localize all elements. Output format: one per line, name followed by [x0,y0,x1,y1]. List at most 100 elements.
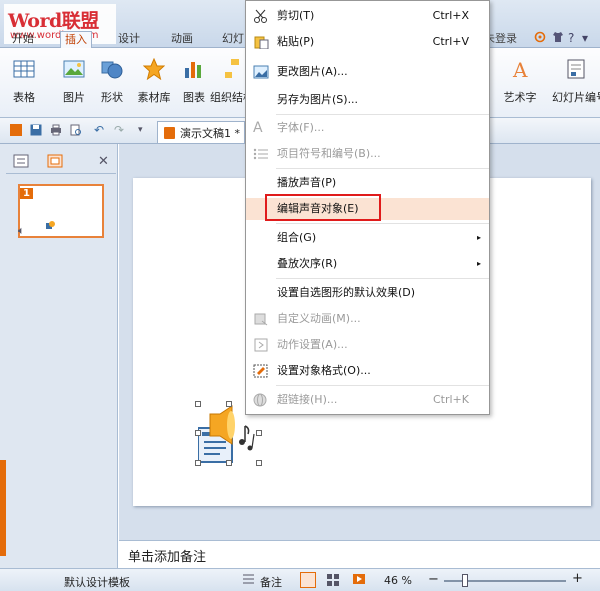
print-icon[interactable] [50,124,62,136]
shapes-button-label: 形状 [101,91,123,104]
menu-item-label: 更改图片(A)... [277,65,348,78]
submenu-arrow-icon: ▸ [476,233,481,242]
print-preview-icon[interactable] [70,124,82,136]
template-name: 默认设计模板 [64,576,130,589]
document-tab[interactable]: 演示文稿1 * [157,121,245,143]
menu-item-paste[interactable]: 粘贴(P) Ctrl+V [246,31,489,53]
chart-icon [185,62,201,78]
help-icon[interactable]: ? [568,31,574,45]
menu-item-set-default-effect[interactable]: 设置自选图形的默认效果(D) [246,282,489,304]
menu-item-shortcut: Ctrl+V [432,35,469,48]
menu-item-label: 设置对象格式(O)... [277,364,371,377]
menu-item-save-as-picture[interactable]: 另存为图片(S)... [246,89,489,111]
zoom-out-icon[interactable]: − [428,572,439,587]
new-file-icon[interactable] [10,124,22,136]
thumbnail-sound-icon [46,221,55,229]
hyperlink-icon [253,393,269,407]
slide-number-icon [567,59,585,79]
slides-tab-icon[interactable] [46,154,68,172]
resize-handle[interactable] [195,430,201,436]
resize-handle[interactable] [226,460,232,466]
menu-item-font[interactable]: A 字体(F)... [246,117,489,139]
star-icon [142,57,166,81]
menu-item-label: 自定义动画(M)... [277,312,361,325]
menu-item-format-object[interactable]: 设置对象格式(O)... [246,360,489,382]
status-bar: 默认设计模板 备注 46 % − + [0,568,600,591]
menu-item-cut[interactable]: 剪切(T) Ctrl+X [246,5,489,27]
slideshow-icon[interactable] [352,573,366,587]
redo-icon[interactable]: ↷ [114,124,126,136]
notes-toggle-label[interactable]: 备注 [260,574,282,590]
shapes-button[interactable]: 形状 [96,58,128,105]
zoom-level: 46 % [384,574,412,587]
outline-tab-icon[interactable] [12,154,34,172]
material-library-button[interactable]: 素材库 [138,57,171,105]
zoom-slider-thumb[interactable] [462,574,468,587]
change-picture-icon [253,65,269,79]
normal-view-icon[interactable] [300,572,316,588]
slide-number-button[interactable]: 幻灯片编号 [552,58,600,105]
menu-item-label: 叠放次序(R) [277,257,338,270]
menu-item-group[interactable]: 组合(G) ▸ [246,227,489,249]
slide-thumbnail-panel: ✕ 1 🔈︎ [0,144,118,568]
submenu-arrow-icon: ▸ [476,259,481,268]
shapes-icon [101,61,123,79]
menu-separator [276,168,489,169]
panel-collapse-handle[interactable] [0,460,6,556]
picture-icon [63,60,85,78]
close-panel-icon[interactable]: ✕ [98,154,120,172]
menu-item-label: 字体(F)... [277,121,325,134]
menu-item-label: 动作设置(A)... [277,338,348,351]
chart-button[interactable]: 图表 [178,58,210,105]
table-button[interactable]: 表格 [8,58,40,105]
watermark-title: Word联盟 [8,10,99,32]
menu-item-change-picture[interactable]: 更改图片(A)... [246,61,489,83]
menu-item-play-sound[interactable]: 播放声音(P) [246,172,489,194]
picture-button[interactable]: 图片 [58,58,90,105]
shirt-icon[interactable] [552,31,564,46]
menu-separator [276,114,489,115]
table-button-label: 表格 [13,91,35,104]
menu-item-action-settings[interactable]: 动作设置(A)... [246,334,489,356]
highlight-annotation-box [265,194,381,221]
undo-icon[interactable]: ↶ [94,124,106,136]
tab-slideshow[interactable]: 幻灯 [218,31,248,48]
resize-handle[interactable] [256,460,262,466]
menu-item-label: 项目符号和编号(B)... [277,147,381,160]
notes-placeholder: 单击添加备注 [128,550,207,565]
document-tab-label: 演示文稿1 * [180,127,240,140]
resize-handle[interactable] [195,460,201,466]
tab-animation[interactable]: 动画 [167,31,197,48]
resize-handle[interactable] [226,401,232,407]
menu-item-custom-animation[interactable]: 自定义动画(M)... [246,308,489,330]
notes-toggle-icon[interactable] [242,573,255,585]
tab-design[interactable]: 设计 [114,31,144,48]
chevron-down-icon[interactable]: ▾ [582,31,588,45]
menu-item-label: 超链接(H)... [277,393,338,406]
font-icon: A [253,120,263,136]
org-chart-icon [225,59,239,78]
skin-icon[interactable] [534,31,546,46]
customize-dropdown-icon[interactable]: ▾ [138,124,150,136]
tab-insert[interactable]: 插入 [60,31,92,48]
menu-item-label: 播放声音(P) [277,176,337,189]
menu-separator [276,385,489,386]
panel-tabs: ✕ [6,150,116,174]
resize-handle[interactable] [256,430,262,436]
menu-item-bullets[interactable]: 项目符号和编号(B)... [246,143,489,165]
slide-sorter-icon[interactable] [326,573,340,587]
menu-item-hyperlink[interactable]: 超链接(H)... Ctrl+K [246,389,489,411]
scissors-icon [253,9,269,23]
presentation-file-icon [164,127,175,139]
save-icon[interactable] [30,124,42,136]
slide-sound-indicator-icon: 🔈︎ [18,224,25,237]
zoom-in-icon[interactable]: + [572,571,583,586]
menu-item-order[interactable]: 叠放次序(R) ▸ [246,253,489,275]
wordart-button[interactable]: A 艺术字 [504,58,537,105]
resize-handle[interactable] [195,401,201,407]
tab-home[interactable]: 开始 [8,31,38,48]
paste-icon [253,35,269,50]
wordart-label: 艺术字 [503,91,537,104]
notes-pane[interactable]: 单击添加备注 [119,540,600,568]
menu-separator [276,278,489,279]
